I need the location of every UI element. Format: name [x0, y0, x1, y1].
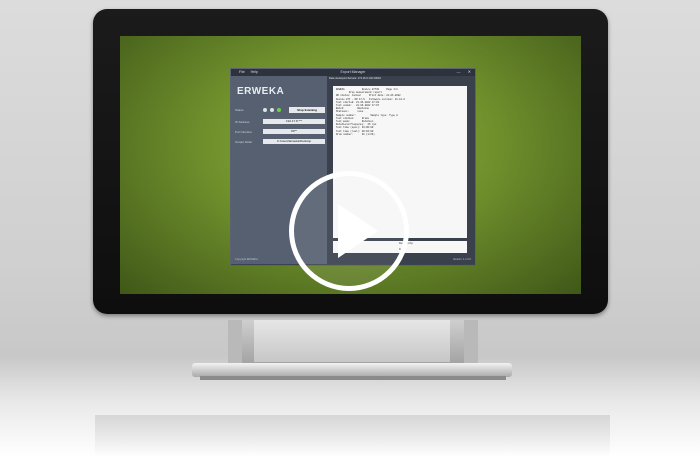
ip-address-field[interactable]: 192.17.8.*** [263, 119, 325, 124]
copyright-text: Copyright ERWEKA [235, 258, 259, 261]
port-row: Port Number 80** [235, 129, 325, 135]
ip-row: IP Address 192.17.8.*** [235, 119, 325, 125]
erweka-logo: ERWEKA [237, 86, 285, 97]
output-row: Output folder C:\Users\Erweka\Desktop [235, 139, 325, 145]
output-folder-field[interactable]: C:\Users\Erweka\Desktop [263, 139, 325, 144]
minimize-icon[interactable]: — [457, 69, 461, 74]
port-label: Port Number [235, 130, 253, 134]
service-path: Data via Export-Service: 172.16.0.132:10… [329, 77, 381, 80]
monitor-stand-panel [254, 320, 450, 362]
status-light-2 [270, 108, 274, 112]
monitor-reflection [95, 415, 610, 457]
status-light-1 [263, 108, 267, 112]
report-line: Drum number: 01 (1/26) [336, 132, 375, 136]
port-number-field[interactable]: 80** [263, 129, 325, 134]
play-button[interactable] [289, 171, 409, 291]
ip-label: IP Address [235, 120, 250, 124]
window-title: Export Manager [340, 70, 366, 74]
status-row: Status Stop listening [235, 107, 325, 113]
monitor-stand-foot [200, 376, 506, 380]
close-icon[interactable]: ✕ [468, 69, 471, 74]
stop-listening-button[interactable]: Stop listening [289, 107, 325, 113]
monitor-stand-base [192, 363, 512, 377]
play-icon [338, 204, 378, 258]
window-controls: — ✕ [451, 69, 471, 74]
version-text: Version: 1.1.0.0 [452, 258, 471, 261]
output-label: Output folder [235, 140, 253, 144]
status-light-active [277, 108, 281, 112]
window-titlebar: File Help Export Manager — ✕ [231, 69, 475, 76]
status-label: Status [235, 108, 244, 112]
